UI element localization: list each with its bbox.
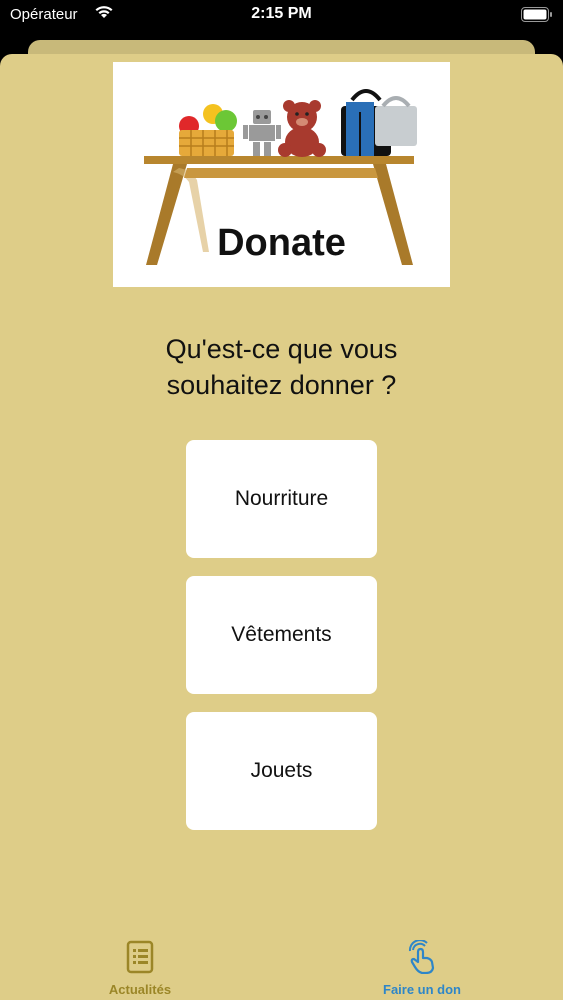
news-icon — [126, 940, 154, 974]
donation-question: Qu'est-ce que vous souhaitez donner ? — [0, 331, 563, 403]
option-toys-button[interactable]: Jouets — [186, 712, 377, 830]
option-food-button[interactable]: Nourriture — [186, 440, 377, 558]
tab-bar: Actualités Faire un don — [0, 926, 563, 1000]
donate-hero-image: Donate — [113, 62, 450, 287]
option-clothes-button[interactable]: Vêtements — [186, 576, 377, 694]
question-line-2: souhaitez donner ? — [166, 370, 397, 400]
hero-title: Donate — [217, 222, 346, 264]
tab-donate[interactable]: Faire un don — [332, 926, 512, 1000]
tab-news[interactable]: Actualités — [50, 926, 230, 1000]
tote-bag-icon — [375, 96, 417, 146]
donate-sheet: Donate Qu'est-ce que vous souhaitez donn… — [0, 54, 563, 1000]
battery-full-icon — [521, 7, 552, 22]
teddy-bear-icon — [278, 100, 326, 157]
status-bar: Opérateur 2:15 PM — [0, 0, 563, 44]
tab-donate-label: Faire un don — [383, 982, 461, 997]
question-line-1: Qu'est-ce que vous — [165, 334, 398, 364]
tab-news-label: Actualités — [108, 982, 172, 997]
robot-toy-icon — [243, 110, 281, 156]
fruit-basket-icon — [179, 104, 237, 156]
clock: 2:15 PM — [251, 5, 312, 22]
hand-tap-icon — [408, 940, 435, 974]
